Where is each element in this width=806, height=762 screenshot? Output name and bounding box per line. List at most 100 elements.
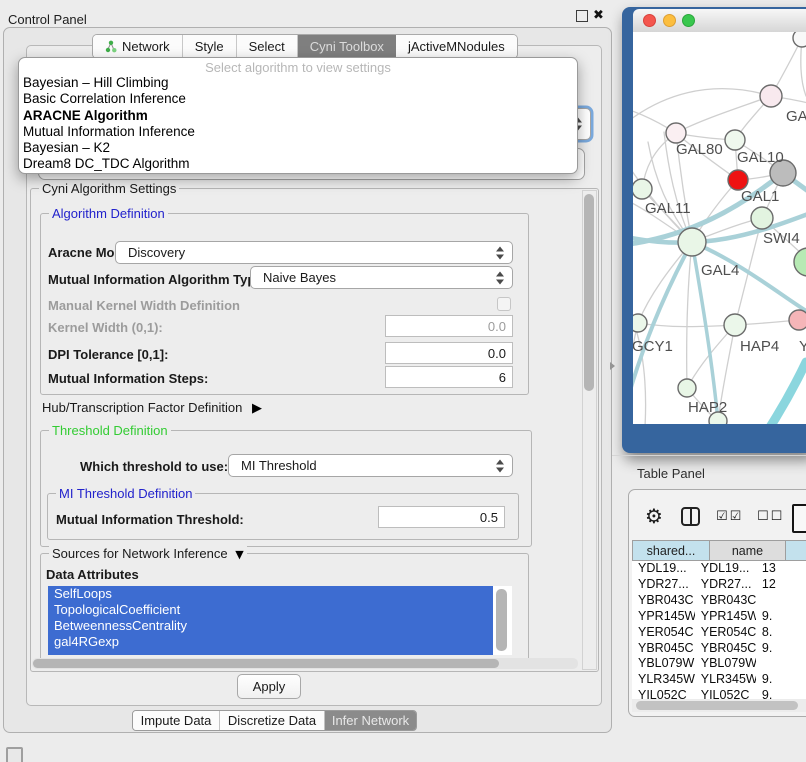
node-green-right[interactable] — [794, 248, 806, 276]
apply-button[interactable]: Apply — [237, 674, 301, 699]
table-cell: YPR145W — [695, 609, 756, 625]
select-all-checkboxes-icon[interactable]: ☑☑ — [716, 509, 743, 524]
algorithm-option-dream8-dc-tdc-algorithm[interactable]: Dream8 DC_TDC Algorithm — [19, 156, 577, 172]
table-cell: YLR345W — [695, 672, 756, 688]
node-label-gal80: GAL80 — [676, 141, 723, 158]
node-gal80[interactable] — [666, 123, 686, 143]
algorithm-option-bayesian-hill-climbing[interactable]: Bayesian – Hill Climbing — [19, 75, 577, 91]
settings-hscrollbar-thumb[interactable] — [33, 659, 499, 668]
network-edge[interactable] — [676, 96, 771, 133]
table-cell: YDL19... — [632, 561, 695, 577]
float-icon[interactable] — [576, 10, 588, 22]
network-edge[interactable] — [748, 362, 806, 424]
node-gal10[interactable] — [725, 130, 745, 150]
attribute-item-topologicalcoefficient[interactable]: TopologicalCoefficient — [48, 602, 493, 618]
table-body: YDL19...YDL19...13YDR27...YDR27...12YBR0… — [632, 561, 806, 699]
bottom-tabbar: Impute DataDiscretize DataInfer Network — [132, 710, 417, 731]
tab-impute-data[interactable]: Impute Data — [133, 711, 220, 730]
table-cell: 9. — [756, 641, 806, 657]
mi-threshold-field[interactable]: 0.5 — [378, 506, 505, 528]
table-row[interactable]: YER054CYER054C8. — [632, 625, 806, 641]
node-label-hap2: HAP2 — [688, 399, 727, 416]
tab-label: jActiveMNodules — [408, 39, 505, 54]
mac-zoom-button[interactable] — [682, 14, 695, 27]
table-cell: YLR345W — [632, 672, 695, 688]
tab-select[interactable]: Select — [237, 35, 298, 58]
node[interactable] — [793, 32, 806, 47]
export-table-icon[interactable] — [792, 504, 806, 533]
table-cell: YER054C — [632, 625, 695, 641]
algorithm-option-basic-correlation-inference[interactable]: Basic Correlation Inference — [19, 91, 577, 107]
table-cell: YBR043C — [695, 593, 756, 609]
dock-icon[interactable] — [6, 747, 23, 762]
table-row[interactable]: YLR345WYLR345W9. — [632, 672, 806, 688]
attribute-item-selfloops[interactable]: SelfLoops — [48, 586, 493, 602]
mac-close-button[interactable] — [643, 14, 656, 27]
close-icon[interactable]: ✖ — [593, 8, 604, 23]
table-row[interactable]: YIL052CYIL052C9. — [632, 688, 806, 699]
node-label-y: Y — [799, 338, 806, 355]
node-gcy1[interactable] — [633, 314, 647, 332]
hub-definition-expander[interactable]: Hub/Transcription Factor Definition ▶ — [42, 400, 262, 416]
tab-label: Cyni Toolbox — [310, 39, 384, 54]
algorithm-option-aracne-algorithm[interactable]: ARACNE Algorithm — [19, 108, 577, 124]
screen: Control Panel ✖ NetworkStyleSelectCyni T… — [0, 0, 806, 762]
column-header-name[interactable]: name — [710, 540, 786, 561]
node-swi4[interactable] — [751, 207, 773, 229]
node-gal1[interactable] — [728, 170, 748, 190]
sources-title-wrap[interactable]: Sources for Network Inference ▼ — [49, 546, 247, 562]
which-threshold-combo[interactable]: MI Threshold — [228, 454, 513, 477]
splitter-collapse-icon[interactable] — [610, 362, 615, 370]
tab-infer-network[interactable]: Infer Network — [325, 711, 416, 730]
algorithm-definition-title: Algorithm Definition — [49, 206, 168, 221]
table-row[interactable]: YDR27...YDR27...12 — [632, 577, 806, 593]
tab-discretize-data[interactable]: Discretize Data — [220, 711, 325, 730]
tab-style[interactable]: Style — [183, 35, 237, 58]
algorithm-option-bayesian-k2[interactable]: Bayesian – K2 — [19, 140, 577, 156]
table-row[interactable]: YBR045CYBR045C9. — [632, 641, 806, 657]
mi-type-combo[interactable]: Naive Bayes — [250, 266, 513, 289]
columns-icon[interactable] — [681, 507, 700, 526]
dpi-tolerance-field[interactable]: 0.0 — [385, 342, 513, 364]
node-label-gal: GAL — [786, 108, 806, 125]
algorithm-popup: Select algorithm to view settings Bayesi… — [18, 57, 578, 174]
node-gal4[interactable] — [678, 228, 706, 256]
table-row[interactable]: YBL079WYBL079W — [632, 656, 806, 672]
mac-minimize-button[interactable] — [663, 14, 676, 27]
column-header-shared[interactable]: shared... — [632, 540, 710, 561]
network-edge[interactable] — [687, 242, 692, 388]
tab-network[interactable]: Network — [93, 35, 183, 58]
hub-definition-label: Hub/Transcription Factor Definition — [42, 400, 242, 415]
gear-icon[interactable]: ⚙ — [645, 504, 663, 528]
attr-list-scrollbar-thumb[interactable] — [496, 589, 507, 651]
manual-kernel-checkbox[interactable] — [497, 297, 511, 311]
node-hap4[interactable] — [724, 314, 746, 336]
kernel-width-field[interactable]: 0.0 — [385, 315, 513, 337]
node-hap2[interactable] — [678, 379, 696, 397]
network-canvas[interactable]: GALGAL80GAL10GAL1GAL11GAL4SWI4GCY1HAP4YH… — [633, 32, 806, 424]
node-label-swi4: SWI4 — [763, 230, 800, 247]
settings-vscrollbar-thumb[interactable] — [584, 194, 594, 391]
node-gal[interactable] — [760, 85, 782, 107]
aracne-mode-combo[interactable]: Discovery — [115, 241, 513, 264]
table-hscrollbar-thumb[interactable] — [636, 701, 798, 710]
tab-jactivemnodules[interactable]: jActiveMNodules — [396, 35, 517, 58]
mi-threshold-title: MI Threshold Definition — [56, 486, 195, 501]
network-window-titlebar[interactable] — [633, 9, 806, 33]
node-gal11[interactable] — [633, 179, 652, 199]
tab-cyni-toolbox[interactable]: Cyni Toolbox — [298, 35, 396, 58]
attribute-item-gal4rgexp[interactable]: gal4RGexp — [48, 634, 493, 650]
table-cell: YDR27... — [695, 577, 756, 593]
column-header-a[interactable]: A — [786, 540, 806, 561]
table-row[interactable]: YDL19...YDL19...13 — [632, 561, 806, 577]
table-row[interactable]: YBR043CYBR043C — [632, 593, 806, 609]
attribute-item-betweennesscentrality[interactable]: BetweennessCentrality — [48, 618, 493, 634]
node-pink-right[interactable] — [789, 310, 806, 330]
cyni-settings-title: Cyni Algorithm Settings — [39, 181, 179, 196]
mi-steps-field[interactable]: 6 — [385, 366, 513, 388]
algorithm-option-mutual-information-inference[interactable]: Mutual Information Inference — [19, 124, 577, 140]
table-cell: 9. — [756, 609, 806, 625]
dpi-tolerance-label: DPI Tolerance [0,1]: — [48, 347, 168, 362]
table-row[interactable]: YPR145WYPR145W9. — [632, 609, 806, 625]
clear-all-checkboxes-icon[interactable]: ☐☐ — [757, 509, 784, 524]
